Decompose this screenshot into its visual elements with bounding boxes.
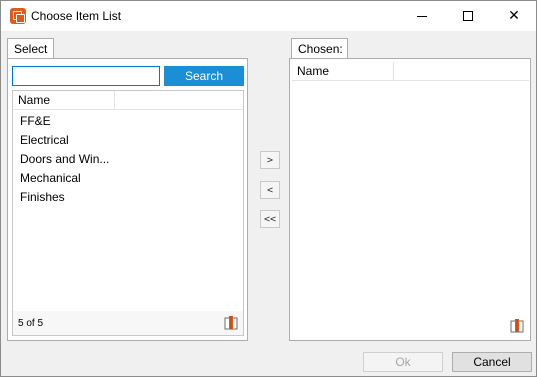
item-count: 5 of 5	[18, 318, 44, 329]
grid-footer: 5 of 5	[13, 311, 243, 335]
list-item[interactable]: Doors and Win...	[13, 149, 243, 168]
cancel-button[interactable]: Cancel	[452, 352, 532, 372]
list-item[interactable]: Finishes	[13, 187, 243, 206]
remove-item-button[interactable]: <	[260, 181, 280, 199]
chosen-panel: Name	[289, 58, 531, 341]
choose-item-list-dialog: Choose Item List ✕ Select Search Name FF…	[0, 0, 537, 377]
window-title: Choose Item List	[31, 9, 122, 23]
chosen-items-grid: Name	[292, 62, 529, 338]
ok-button[interactable]: Ok	[363, 352, 443, 372]
tab-chosen[interactable]: Chosen:	[291, 38, 348, 59]
add-item-button[interactable]: >	[260, 151, 280, 169]
maximize-icon	[463, 11, 473, 21]
search-input[interactable]	[12, 66, 160, 86]
app-icon	[10, 8, 26, 24]
item-list: FF&E Electrical Doors and Win... Mechani…	[13, 110, 243, 206]
column-header-name[interactable]: Name	[13, 91, 115, 109]
column-header-name[interactable]: Name	[292, 62, 394, 80]
grid-header: Name	[13, 91, 243, 110]
list-item[interactable]: Electrical	[13, 130, 243, 149]
minimize-icon	[417, 15, 427, 17]
book-icon[interactable]	[223, 315, 239, 331]
select-panel: Search Name FF&E Electrical Doors and Wi…	[7, 58, 248, 341]
minimize-button[interactable]	[399, 1, 445, 31]
list-item[interactable]: FF&E	[13, 111, 243, 130]
available-items-grid: Name FF&E Electrical Doors and Win... Me…	[12, 90, 244, 336]
list-item[interactable]: Mechanical	[13, 168, 243, 187]
close-button[interactable]: ✕	[491, 1, 537, 31]
grid-header: Name	[292, 62, 529, 81]
remove-all-button[interactable]: <<	[260, 210, 280, 228]
close-icon: ✕	[508, 8, 520, 24]
title-bar: Choose Item List ✕	[1, 1, 536, 31]
maximize-button[interactable]	[445, 1, 491, 31]
search-button[interactable]: Search	[164, 66, 244, 86]
book-icon[interactable]	[509, 318, 525, 334]
tab-select[interactable]: Select	[7, 38, 54, 59]
